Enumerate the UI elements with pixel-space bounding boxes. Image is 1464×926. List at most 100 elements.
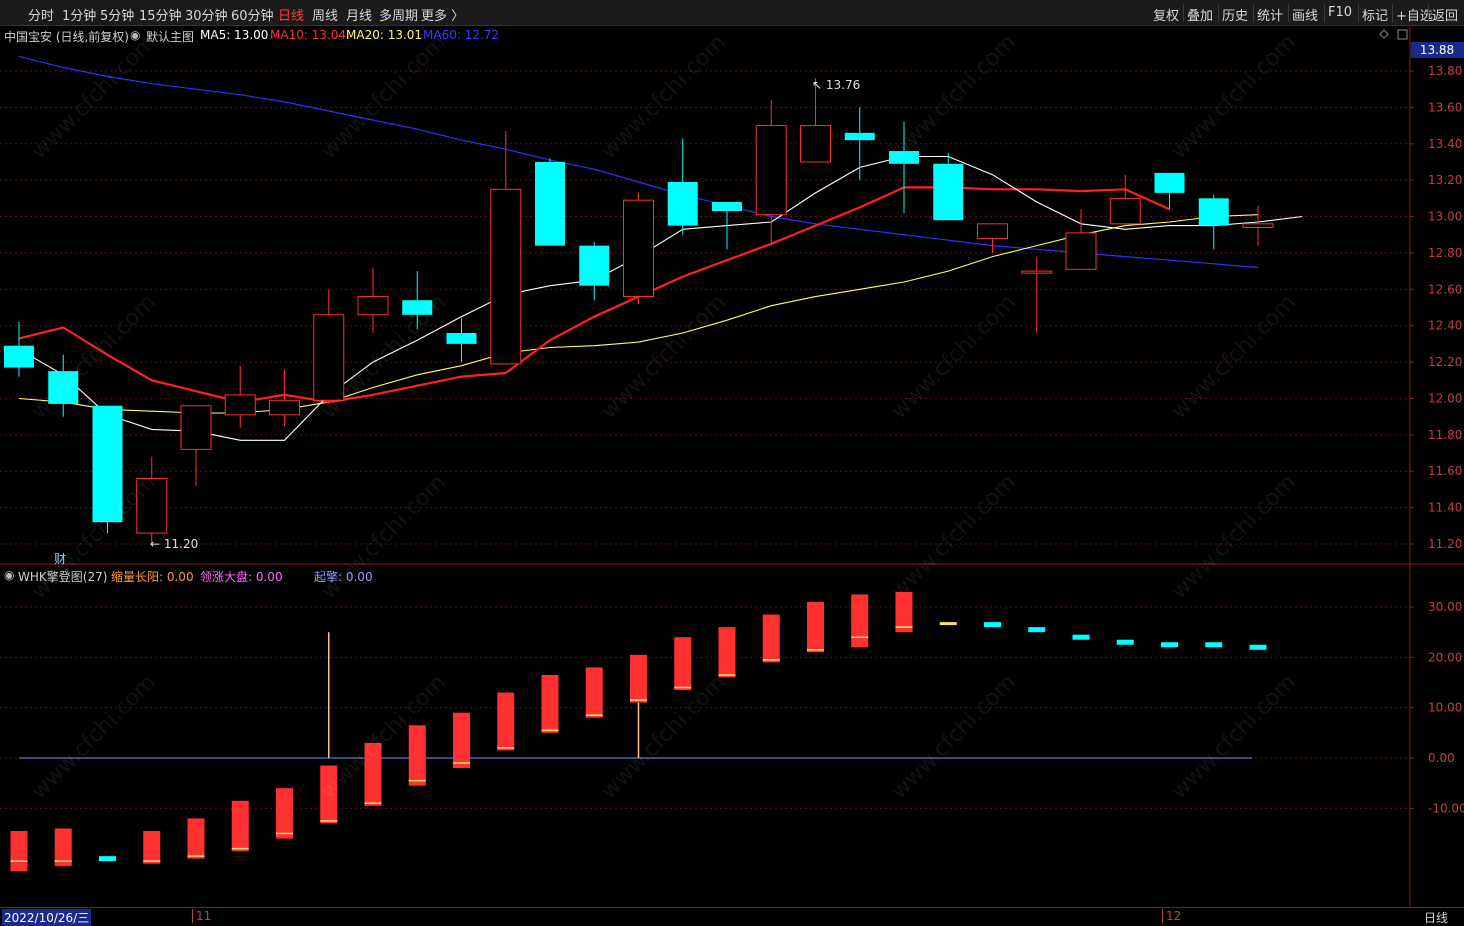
watermark-text: www.cfchi.com bbox=[887, 670, 1021, 804]
indicator-bar bbox=[851, 594, 869, 648]
candle-body bbox=[755, 125, 787, 216]
candle-body bbox=[667, 181, 698, 226]
template-label[interactable]: 默认主图 bbox=[146, 28, 194, 45]
candle-body bbox=[357, 296, 389, 316]
indicator-bar bbox=[408, 725, 426, 786]
main-y-tick-label: 12.60 bbox=[1428, 282, 1462, 296]
candle-body bbox=[623, 199, 654, 298]
candle-body bbox=[490, 188, 522, 365]
indicator-bar bbox=[1205, 642, 1223, 648]
indicator-bar bbox=[1072, 634, 1090, 640]
indicator-bar bbox=[10, 830, 28, 872]
main-y-tick-label: 13.60 bbox=[1428, 100, 1462, 114]
main-y-tick-label: 12.80 bbox=[1428, 246, 1462, 260]
candle-body bbox=[977, 223, 1008, 239]
watermark-text: www.cfchi.com bbox=[597, 290, 731, 424]
watermark-text: www.cfchi.com bbox=[1167, 470, 1301, 604]
indicator-bar bbox=[453, 712, 470, 769]
ma20-label: MA20: 13.01 bbox=[346, 28, 423, 42]
indicator-bar bbox=[1161, 642, 1178, 648]
indicator-bar bbox=[99, 856, 116, 862]
candle-body bbox=[269, 399, 300, 416]
template-dropdown-icon[interactable]: ◉ bbox=[130, 28, 140, 42]
main-y-tick-label: 11.60 bbox=[1428, 464, 1462, 478]
period-indicator: 日线 bbox=[1424, 911, 1449, 925]
watermark-text: www.cfchi.com bbox=[1167, 290, 1301, 424]
high-price-label: ↖ 13.76 bbox=[812, 78, 860, 92]
ma10-label: MA10: 13.04 bbox=[270, 28, 347, 42]
main-y-tick-label: 11.80 bbox=[1428, 428, 1462, 442]
month-marker-11: 11 bbox=[192, 909, 211, 923]
stock-title[interactable]: 中国宝安 (日线,前复权) bbox=[4, 28, 129, 45]
candle-body bbox=[933, 163, 964, 221]
indicator-y-tick-label: 10.00 bbox=[1428, 701, 1462, 715]
indicator-bar bbox=[674, 637, 692, 691]
candle-body bbox=[1109, 197, 1141, 225]
ma60-label: MA60: 12.72 bbox=[423, 28, 500, 42]
main-y-tick-label: 11.20 bbox=[1428, 537, 1462, 551]
main-y-tick-label: 13.20 bbox=[1428, 173, 1462, 187]
watermark-text: www.cfchi.com bbox=[27, 290, 161, 424]
cursor-date: 2022/10/26/三 bbox=[2, 909, 92, 926]
last-price-tag: 13.88 bbox=[1420, 43, 1454, 57]
candle-body bbox=[1242, 223, 1274, 228]
indicator-bar bbox=[497, 692, 515, 751]
main-y-tick-label: 13.80 bbox=[1428, 64, 1462, 78]
main-y-tick-label: 12.00 bbox=[1428, 391, 1462, 405]
watermark-text: www.cfchi.com bbox=[597, 670, 731, 804]
month-marker-12: 12 bbox=[1162, 909, 1181, 923]
indicator-bar bbox=[231, 800, 249, 852]
candle-body bbox=[712, 201, 742, 212]
indicator-y-tick-label: 0.00 bbox=[1428, 751, 1455, 765]
candle-body bbox=[535, 161, 565, 246]
indicator-field-1: 缩量长阳: 0.00 bbox=[111, 570, 194, 584]
candle-body bbox=[4, 345, 34, 368]
indicator-y-tick-label: 30.00 bbox=[1428, 600, 1462, 614]
indicator-bar bbox=[718, 627, 736, 678]
indicator-bar bbox=[1249, 644, 1267, 650]
indicator-field-3: 起擎: 0.00 bbox=[314, 570, 373, 584]
ma5-label: MA5: 13.00 bbox=[200, 28, 269, 42]
indicator-y-tick-label: -10.00 bbox=[1428, 801, 1464, 815]
indicator-y-tick-label: 20.00 bbox=[1428, 650, 1462, 664]
time-axis: 2022/10/26/三 11 12 日线 bbox=[0, 907, 1464, 926]
candle-body bbox=[1154, 172, 1185, 193]
candle-body bbox=[1065, 232, 1097, 270]
watermark-text: www.cfchi.com bbox=[317, 670, 451, 804]
indicator-bar bbox=[984, 622, 1001, 628]
main-chart-legend: 中国宝安 (日线,前复权) ◉ 默认主图 MA5: 13.00 MA10: 13… bbox=[0, 26, 1400, 44]
watermark-text: www.cfchi.com bbox=[887, 470, 1021, 604]
indicator-bar bbox=[276, 788, 293, 839]
indicator-bar bbox=[541, 674, 559, 733]
indicator-name[interactable]: WHK擎登图(27) bbox=[18, 568, 107, 585]
main-y-tick-label: 12.40 bbox=[1428, 319, 1462, 333]
candle-body bbox=[800, 125, 831, 163]
indicator-bar bbox=[143, 830, 161, 864]
indicator-bar bbox=[807, 601, 824, 653]
candle-body bbox=[224, 394, 256, 416]
indicator-field-2: 领涨大盘: 0.00 bbox=[200, 570, 283, 584]
watermark-text: www.cfchi.com bbox=[1167, 670, 1301, 804]
candle-body bbox=[1198, 198, 1229, 226]
indicator-dropdown-icon[interactable]: ◉ bbox=[4, 568, 14, 582]
candle-body bbox=[844, 132, 875, 141]
indicator-bar bbox=[939, 622, 957, 626]
indicator-bar bbox=[762, 614, 780, 663]
indicator-bar bbox=[630, 654, 647, 703]
indicator-legend: ◉ WHK擎登图(27) 缩量长阳: 0.00 领涨大盘: 0.00 起擎: 0… bbox=[0, 566, 1400, 584]
main-y-tick-label: 13.00 bbox=[1428, 210, 1462, 224]
indicator-bar bbox=[585, 667, 603, 718]
main-y-tick-label: 12.20 bbox=[1428, 355, 1462, 369]
main-y-tick-label: 13.40 bbox=[1428, 137, 1462, 151]
indicator-bar bbox=[187, 818, 205, 859]
low-price-label: ← 11.20 bbox=[150, 537, 198, 551]
kline-chart[interactable]: 13.88 13.80 13.60 13.40 13.20 13.00 12.80 12.60… bbox=[0, 0, 1464, 926]
candle-body bbox=[180, 405, 212, 450]
candle-body bbox=[579, 245, 610, 286]
watermark-text: www.cfchi.com bbox=[27, 670, 161, 804]
indicator-bar bbox=[1028, 627, 1046, 633]
watermark-text: www.cfchi.com bbox=[887, 290, 1021, 424]
candle-body bbox=[446, 332, 477, 344]
candle-body bbox=[1021, 270, 1053, 274]
indicator-bar bbox=[1116, 639, 1134, 645]
